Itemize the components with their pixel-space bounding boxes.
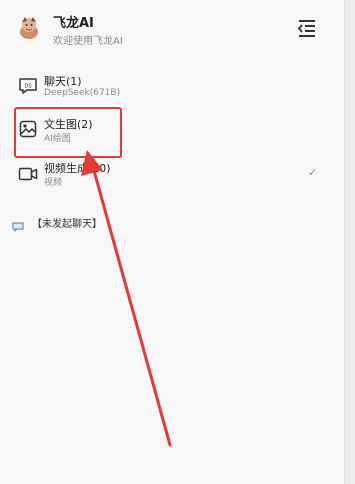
sidebar-header: 飞龙AI 欢迎使用飞龙AI — [0, 0, 344, 60]
nav-item-sublabel: 视频 — [44, 178, 63, 188]
nav-item-label: 视频生成(10) — [44, 162, 111, 175]
chat-history-label: 【未发起聊天】 — [32, 219, 102, 230]
message-icon — [12, 217, 24, 233]
chat-bubble-icon: DS — [18, 76, 38, 96]
checkmark-icon: ✓ — [308, 166, 318, 179]
scrollbar-track[interactable] — [344, 0, 355, 484]
nav-item-sublabel: DeepSeek(671B) — [44, 88, 121, 98]
nav-item-label: 聊天(1) — [44, 75, 82, 88]
app-logo-avatar — [17, 14, 41, 40]
sidebar-panel: 飞龙AI 欢迎使用飞龙AI DS 聊天(1) DeepSeek(671B) 文生… — [0, 0, 344, 484]
nav-item-chat[interactable]: DS 聊天(1) DeepSeek(671B) — [0, 68, 344, 110]
app-title: 飞龙AI — [53, 16, 94, 31]
chat-history-item[interactable]: 【未发起聊天】 — [12, 214, 212, 233]
video-camera-icon — [18, 164, 38, 184]
app-subtitle: 欢迎使用飞龙AI — [53, 36, 123, 47]
highlight-annotation-box — [14, 107, 122, 158]
menu-collapse-icon — [297, 20, 315, 37]
collapse-sidebar-button[interactable] — [296, 18, 318, 38]
nav-item-video-generation[interactable]: 视频生成(10) 视频 ✓ — [0, 154, 344, 196]
svg-text:DS: DS — [24, 83, 31, 89]
